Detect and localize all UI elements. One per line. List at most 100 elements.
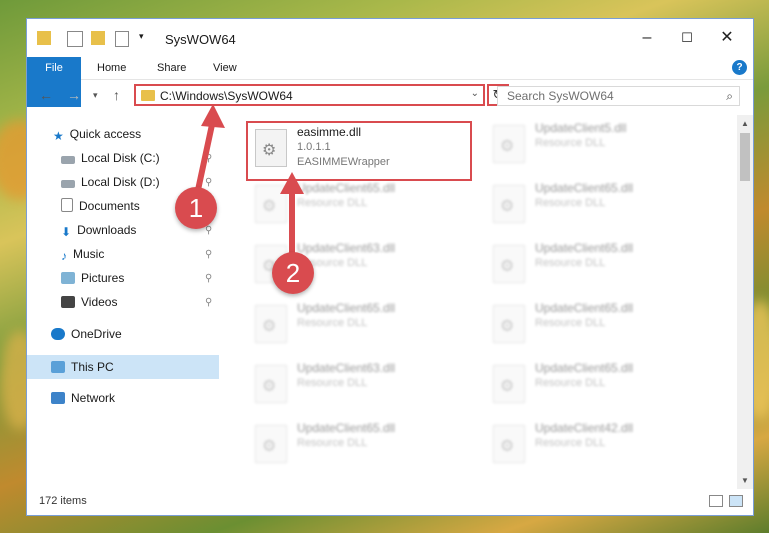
new-folder-icon[interactable] xyxy=(91,31,105,45)
sidebar-item-pictures[interactable]: Pictures xyxy=(61,267,124,289)
item-count: 172 items xyxy=(39,495,87,507)
customize-toolbar-icon[interactable] xyxy=(115,31,129,47)
file-type: Resource DLL xyxy=(297,437,368,449)
network-icon xyxy=(51,392,65,404)
address-bar[interactable]: C:\Windows\SysWOW64 ⌄ xyxy=(134,84,485,106)
sidebar-item-local-disk-c[interactable]: Local Disk (C:) xyxy=(61,147,160,169)
sidebar-item-label: Documents xyxy=(79,199,140,213)
search-placeholder: Search SysWOW64 xyxy=(507,89,614,103)
chevron-down-icon[interactable]: ⌄ xyxy=(471,88,479,99)
scrollbar-thumb[interactable] xyxy=(740,133,750,181)
large-icons-view-icon[interactable] xyxy=(729,495,743,507)
list-item[interactable]: ⚙ UpdateClient5.dll Resource DLL xyxy=(485,119,715,169)
dll-file-icon: ⚙ xyxy=(493,365,525,403)
pin-icon[interactable]: ⚲ xyxy=(205,225,212,236)
dll-file-icon: ⚙ xyxy=(255,365,287,403)
sidebar-item-music[interactable]: ♪ Music xyxy=(61,243,104,265)
sidebar-item-label: Downloads xyxy=(77,223,137,237)
gear-icon: ⚙ xyxy=(500,438,515,455)
tab-home[interactable]: Home xyxy=(85,57,138,79)
sidebar-item-this-pc[interactable]: This PC xyxy=(51,356,114,378)
pin-icon[interactable]: ⚲ xyxy=(205,249,212,260)
gear-icon: ⚙ xyxy=(500,318,515,335)
dll-file-icon: ⚙ xyxy=(255,305,287,343)
folder-icon xyxy=(141,90,155,101)
dll-file-icon: ⚙ xyxy=(493,245,525,283)
annotation-badge-1: 1 xyxy=(175,187,217,229)
sidebar-item-label: Local Disk (C:) xyxy=(81,151,160,165)
sidebar-item-quick-access[interactable]: ★ Quick access xyxy=(53,123,141,145)
list-item[interactable]: ⚙ UpdateClient65.dll Resource DLL xyxy=(247,299,477,349)
gear-icon: ⚙ xyxy=(500,198,515,215)
list-item[interactable]: ⚙ UpdateClient65.dll Resource DLL xyxy=(485,179,715,229)
file-name: UpdateClient65.dll xyxy=(535,241,634,255)
help-icon[interactable]: ? xyxy=(732,60,747,75)
dll-file-icon: ⚙ xyxy=(493,425,525,463)
sidebar-item-label: Videos xyxy=(81,295,118,309)
file-name: UpdateClient65.dll xyxy=(535,301,634,315)
status-bar: 172 items xyxy=(27,489,753,515)
computer-icon xyxy=(51,361,65,373)
sidebar-item-label: OneDrive xyxy=(71,327,122,341)
address-path: C:\Windows\SysWOW64 xyxy=(160,89,293,103)
sidebar-item-onedrive[interactable]: OneDrive xyxy=(51,323,122,345)
annotation-badge-2: 2 xyxy=(272,252,314,294)
pin-icon[interactable]: ⚲ xyxy=(205,297,212,308)
file-type: Resource DLL xyxy=(535,257,606,269)
list-item[interactable]: ⚙ UpdateClient65.dll Resource DLL xyxy=(485,359,715,409)
maximize-button[interactable]: ☐ xyxy=(667,25,707,51)
sidebar-item-label: Network xyxy=(71,391,116,405)
sidebar-item-label: Music xyxy=(73,247,105,261)
window-title: SysWOW64 xyxy=(165,32,236,47)
scroll-down-icon[interactable]: ▼ xyxy=(741,476,749,485)
pin-icon[interactable]: ⚲ xyxy=(205,177,212,188)
file-name: UpdateClient65.dll xyxy=(535,181,634,195)
sidebar-item-downloads[interactable]: ⬇ Downloads xyxy=(61,219,136,241)
list-item[interactable]: ⚙ UpdateClient63.dll Resource DLL xyxy=(247,359,477,409)
tab-share[interactable]: Share xyxy=(145,57,198,79)
sidebar-item-label: This PC xyxy=(71,360,114,374)
gear-icon: ⚙ xyxy=(262,318,277,335)
forward-arrow-icon[interactable]: → xyxy=(67,87,81,103)
file-name: UpdateClient63.dll xyxy=(297,241,396,255)
up-arrow-icon[interactable]: ↑ xyxy=(113,87,120,103)
file-type: Resource DLL xyxy=(535,377,606,389)
details-view-icon[interactable] xyxy=(709,495,723,507)
search-input[interactable]: Search SysWOW64 ⌕ xyxy=(497,86,740,106)
vertical-scrollbar[interactable]: ▲ ▼ xyxy=(737,115,753,489)
music-icon: ♪ xyxy=(61,249,67,263)
list-item[interactable]: ⚙ UpdateClient65.dll Resource DLL xyxy=(247,419,477,469)
file-name: UpdateClient65.dll xyxy=(297,181,396,195)
tab-view[interactable]: View xyxy=(201,57,249,79)
title-bar: ▾ SysWOW64 – ☐ ✕ xyxy=(27,19,753,57)
recent-locations-icon[interactable]: ▾ xyxy=(93,90,98,101)
properties-icon[interactable] xyxy=(67,31,83,47)
gear-icon: ⚙ xyxy=(262,198,277,215)
back-arrow-icon[interactable]: ← xyxy=(39,87,53,103)
ribbon-tabs: File Home Share View ? xyxy=(27,57,753,107)
cloud-icon xyxy=(51,328,65,340)
sidebar-item-documents[interactable]: Documents xyxy=(61,195,140,217)
file-type: Resource DLL xyxy=(297,317,368,329)
list-item[interactable]: ⚙ UpdateClient65.dll Resource DLL xyxy=(247,179,477,229)
sidebar-item-local-disk-d[interactable]: Local Disk (D:) xyxy=(61,171,160,193)
sidebar-item-network[interactable]: Network xyxy=(51,387,115,409)
list-item[interactable]: ⚙ UpdateClient65.dll Resource DLL xyxy=(485,239,715,289)
list-item[interactable]: ⚙ UpdateClient42.dll Resource DLL xyxy=(485,419,715,469)
file-name: UpdateClient65.dll xyxy=(535,361,634,375)
sidebar-item-videos[interactable]: Videos xyxy=(61,291,117,313)
chevron-down-icon[interactable]: ▾ xyxy=(139,31,153,45)
pin-icon[interactable]: ⚲ xyxy=(205,153,212,164)
list-item[interactable]: ⚙ UpdateClient65.dll Resource DLL xyxy=(485,299,715,349)
pictures-icon xyxy=(61,272,75,284)
pin-icon[interactable]: ⚲ xyxy=(205,273,212,284)
gear-icon: ⚙ xyxy=(262,438,277,455)
videos-icon xyxy=(61,296,75,308)
drive-icon xyxy=(61,156,75,164)
close-button[interactable]: ✕ xyxy=(707,25,747,51)
file-name: UpdateClient65.dll xyxy=(297,421,396,435)
minimize-button[interactable]: – xyxy=(627,25,667,51)
search-icon: ⌕ xyxy=(726,89,733,103)
dll-file-icon: ⚙ xyxy=(493,185,525,223)
scroll-up-icon[interactable]: ▲ xyxy=(741,119,749,128)
